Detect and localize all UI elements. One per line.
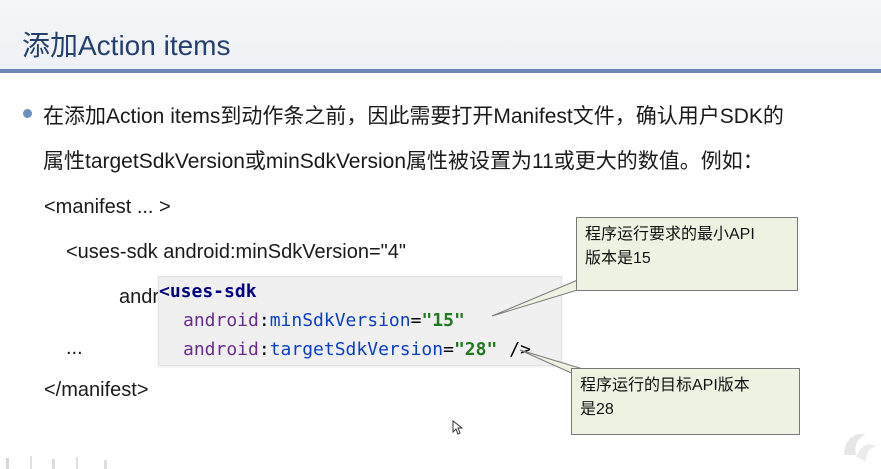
callout-min-api: 程序运行要求的最小API 版本是15 [576,217,798,291]
callout-min-api-line-2: 版本是15 [585,250,651,267]
mouse-pointer-icon [452,420,464,435]
bottom-decoration [6,456,107,469]
callout-target-api: 程序运行的目标API版本 是28 [571,368,800,435]
callout-min-api-line-1: 程序运行要求的最小API [585,226,755,243]
callout-target-api-line-1: 程序运行的目标API版本 [580,377,750,394]
player-logo-icon [844,433,876,461]
callout-target-api-line-2: 是28 [580,401,614,418]
